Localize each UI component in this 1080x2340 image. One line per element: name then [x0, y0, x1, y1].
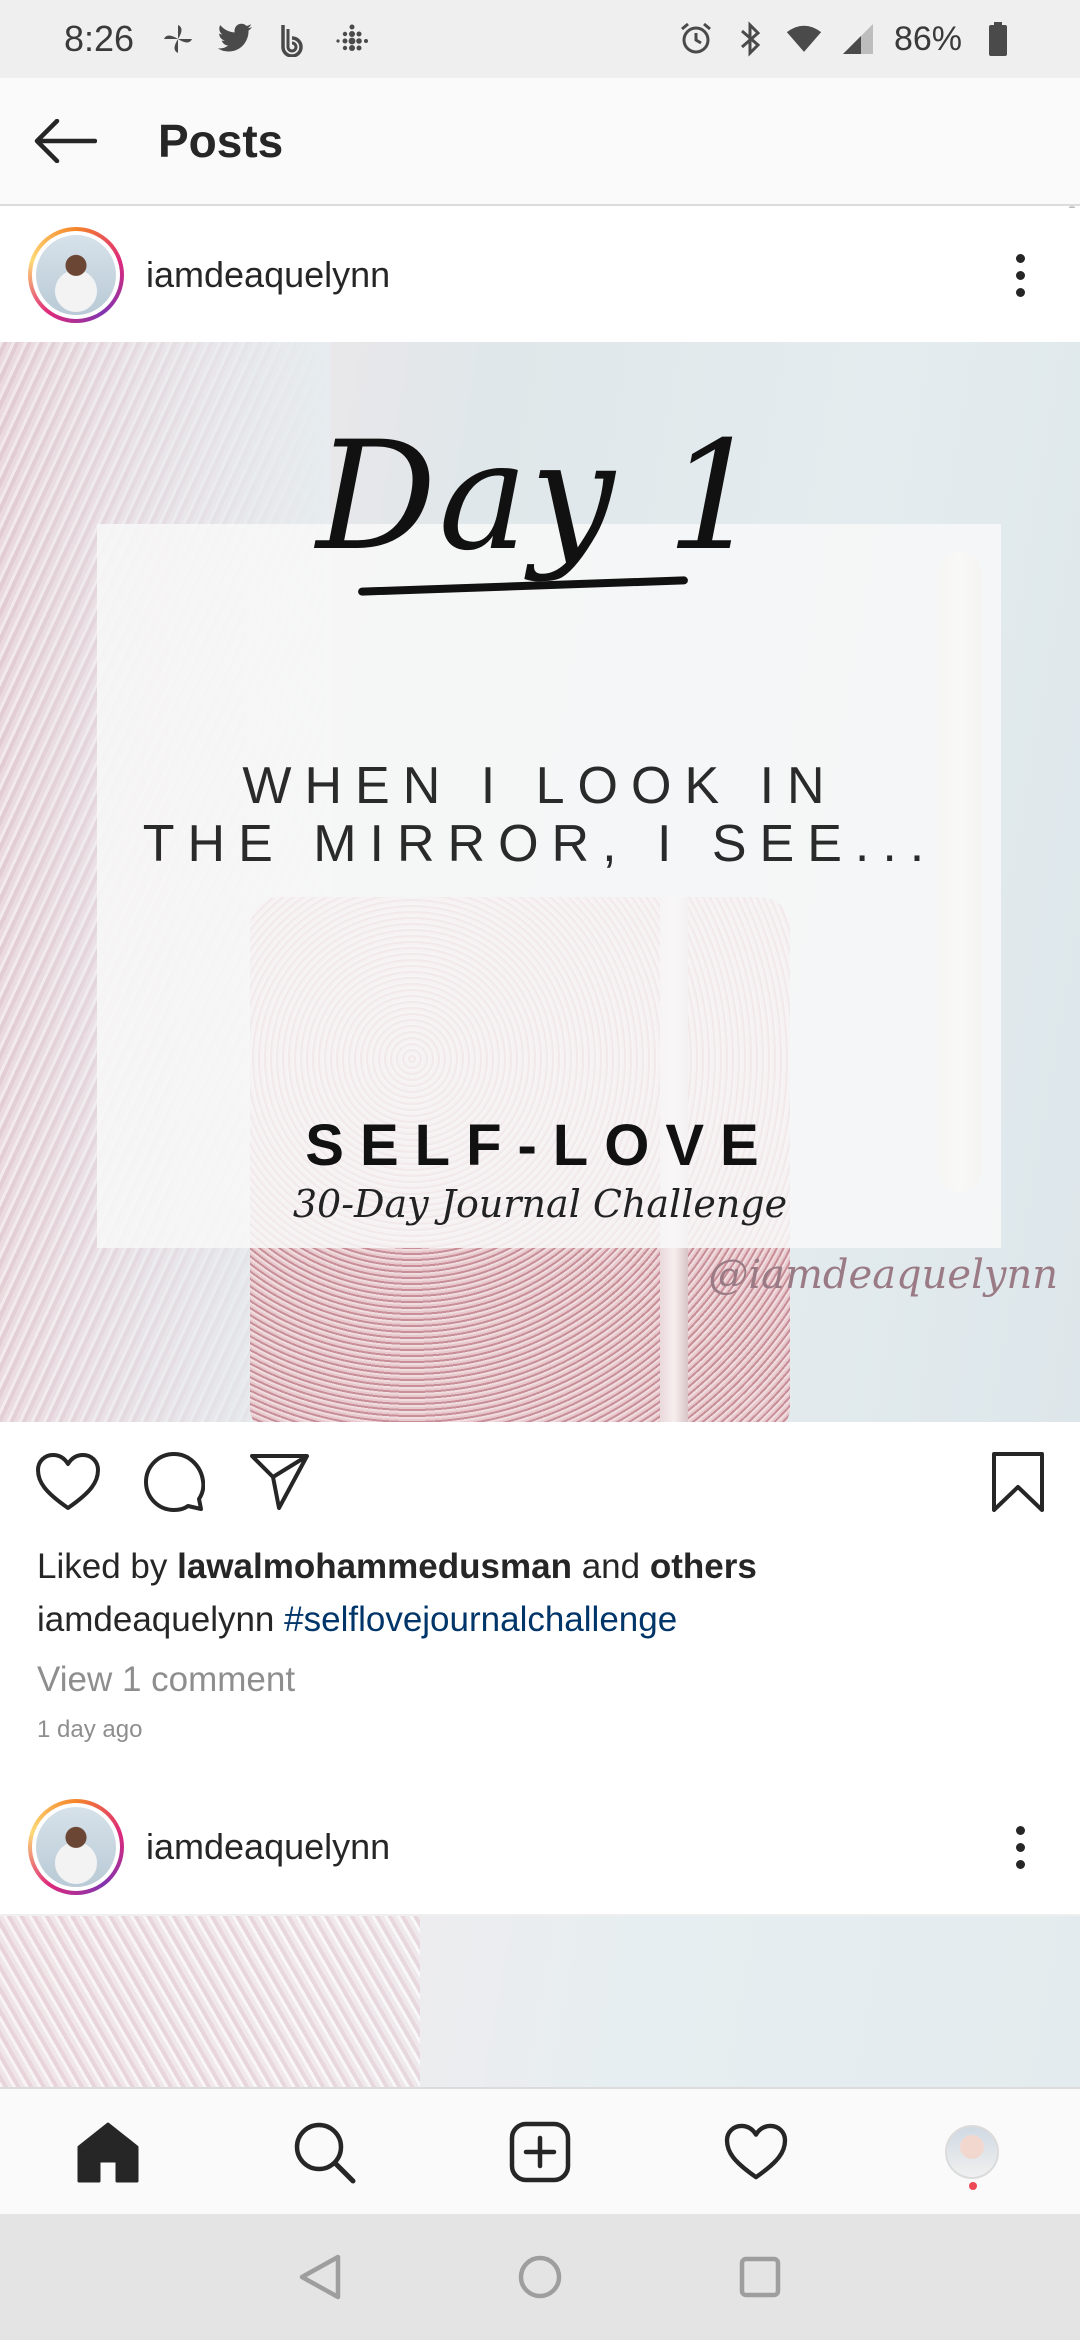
view-comments-link[interactable]: View 1 comment	[37, 1660, 295, 1700]
b-app-icon	[276, 21, 312, 57]
image-subtitle: 30-Day Journal Challenge	[292, 1182, 788, 1226]
battery-icon	[980, 21, 1016, 57]
post-username[interactable]: iamdeaquelynn	[146, 254, 390, 296]
bookmark-icon	[992, 1452, 1044, 1512]
nav-profile[interactable]	[922, 2102, 1022, 2202]
search-icon	[294, 2122, 356, 2183]
pinwheel-icon	[160, 21, 196, 57]
heart-icon	[36, 1453, 100, 1510]
likes-text: Liked by lawalmohammedusman and others	[37, 1547, 757, 1586]
post-username[interactable]: iamdeaquelynn	[146, 1826, 390, 1868]
system-home-button[interactable]	[510, 2247, 570, 2307]
avatar[interactable]	[28, 1799, 124, 1895]
caption: iamdeaquelynn #selflovejournalchallenge	[37, 1600, 677, 1640]
image-mirror-text: WHEN I LOOK IN THE MIRROR, I SEE...	[142, 757, 938, 873]
liked-by-others[interactable]: others	[650, 1547, 757, 1586]
liked-by-user[interactable]: lawalmohammedusman	[177, 1547, 572, 1586]
fur-texture	[0, 1916, 420, 2087]
comment-icon	[144, 1452, 205, 1512]
avatar-photo	[36, 1807, 116, 1887]
avatar[interactable]	[28, 227, 124, 323]
image-watermark: @iamdeaquelynn	[708, 1252, 1058, 1298]
comment-button[interactable]	[134, 1442, 214, 1522]
system-back-button[interactable]	[290, 2247, 350, 2307]
twitter-icon	[218, 21, 254, 57]
bluetooth-icon	[732, 21, 768, 57]
post-image[interactable]: Day 1 WHEN I LOOK IN THE MIRROR, I SEE..…	[0, 342, 1080, 1422]
image-day-text: Day 1	[316, 410, 764, 584]
post-actions	[0, 1422, 1080, 1542]
save-button[interactable]	[978, 1442, 1058, 1522]
caption-username[interactable]: iamdeaquelynn	[37, 1600, 274, 1639]
back-button[interactable]	[20, 96, 110, 186]
like-button[interactable]	[28, 1442, 108, 1522]
more-options-button[interactable]	[990, 1807, 1050, 1887]
nav-new-post[interactable]	[490, 2102, 590, 2202]
system-status-icons: 86%	[678, 20, 1016, 59]
activity-heart-icon	[724, 2123, 788, 2179]
more-options-button[interactable]	[990, 235, 1050, 315]
more-vertical-icon	[1015, 1825, 1025, 1835]
battery-percent: 86%	[893, 19, 962, 58]
status-time: 8:26	[64, 18, 135, 59]
avatar-photo	[36, 235, 116, 315]
nav-search[interactable]	[274, 2102, 374, 2202]
post-image[interactable]	[0, 1914, 1080, 2087]
image-title: SELF-LOVE	[305, 1113, 775, 1178]
system-recents-button[interactable]	[730, 2247, 790, 2307]
send-icon	[250, 1454, 309, 1510]
post-timestamp: 1 day ago	[37, 1716, 143, 1743]
fitbit-icon	[334, 21, 370, 57]
more-vertical-icon	[1015, 253, 1025, 263]
post-header: iamdeaquelynn	[0, 1780, 1080, 1914]
home-icon	[77, 2122, 139, 2182]
signal-icon	[840, 21, 876, 57]
alarm-icon	[678, 21, 714, 57]
arrow-left-icon	[34, 119, 97, 163]
notification-dot	[969, 2181, 977, 2190]
nav-home[interactable]	[58, 2102, 158, 2202]
recents-square-icon	[739, 2256, 781, 2298]
post-header: iamdeaquelynn	[0, 208, 1080, 342]
status-bar: 8:26 86%	[0, 0, 1080, 78]
notification-icons	[160, 21, 370, 57]
share-button[interactable]	[240, 1442, 320, 1522]
page-title: Posts	[158, 115, 284, 167]
back-triangle-icon	[299, 2254, 341, 2300]
home-circle-icon	[518, 2255, 562, 2299]
wifi-icon	[786, 21, 822, 57]
system-navigation	[0, 2214, 1080, 2340]
nav-activity[interactable]	[706, 2102, 806, 2202]
caption-hashtag[interactable]: #selflovejournalchallenge	[284, 1600, 677, 1639]
top-app-bar: Posts	[0, 78, 1080, 206]
profile-avatar	[945, 2124, 999, 2179]
bottom-navigation	[0, 2087, 1080, 2214]
new-post-icon	[509, 2121, 571, 2182]
